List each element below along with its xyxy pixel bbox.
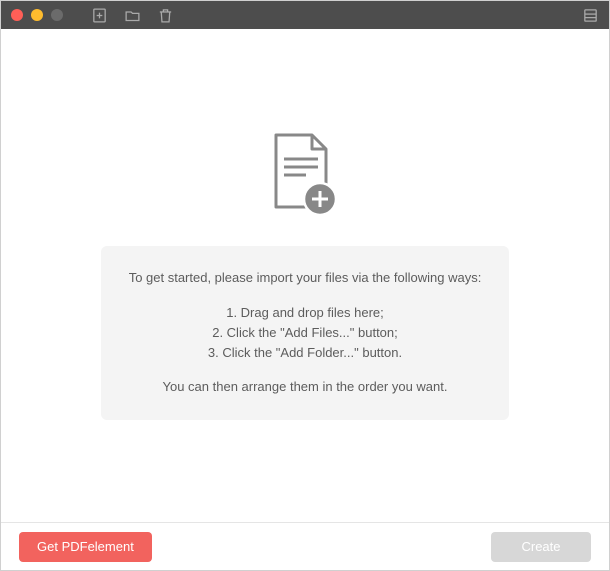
instruction-step-1: 1. Drag and drop files here; — [119, 303, 491, 323]
instruction-step-2: 2. Click the "Add Files..." button; — [119, 323, 491, 343]
trash-icon[interactable] — [157, 7, 174, 24]
close-window-button[interactable] — [11, 9, 23, 21]
maximize-window-button[interactable] — [51, 9, 63, 21]
window-controls — [11, 9, 63, 21]
list-view-icon[interactable] — [582, 7, 599, 24]
instruction-panel: To get started, please import your files… — [101, 246, 509, 420]
app-window: To get started, please import your files… — [0, 0, 610, 571]
get-pdfelement-button[interactable]: Get PDFelement — [19, 532, 152, 562]
instruction-outro: You can then arrange them in the order y… — [119, 377, 491, 398]
add-folder-icon[interactable] — [124, 7, 141, 24]
create-button: Create — [491, 532, 591, 562]
minimize-window-button[interactable] — [31, 9, 43, 21]
toolbar — [91, 7, 174, 24]
instruction-steps: 1. Drag and drop files here; 2. Click th… — [119, 303, 491, 363]
add-document-icon — [266, 131, 344, 226]
instruction-intro: To get started, please import your files… — [119, 268, 491, 289]
drop-zone[interactable]: To get started, please import your files… — [1, 29, 609, 522]
toolbar-right — [582, 7, 599, 24]
titlebar — [1, 1, 609, 29]
add-files-icon[interactable] — [91, 7, 108, 24]
footer: Get PDFelement Create — [1, 522, 609, 570]
instruction-step-3: 3. Click the "Add Folder..." button. — [119, 343, 491, 363]
